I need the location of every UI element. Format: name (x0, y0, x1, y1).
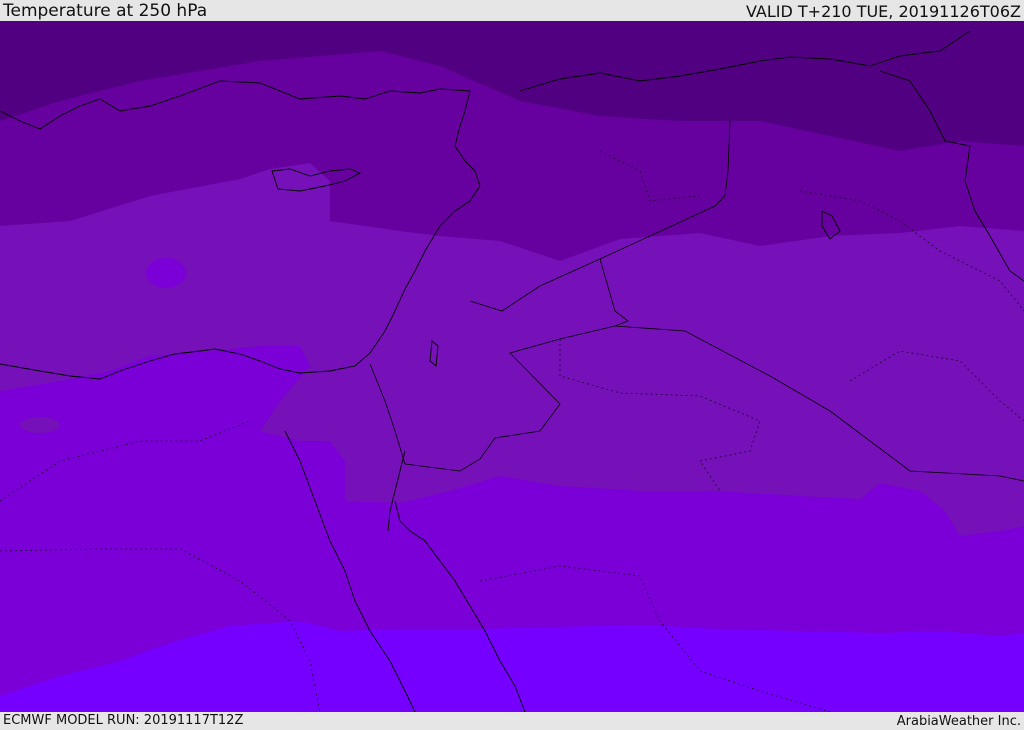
header-bar: Temperature at 250 hPa VALID T+210 TUE, … (0, 0, 1024, 21)
provider-credit: ArabiaWeather Inc. (896, 714, 1021, 729)
valid-time: VALID T+210 TUE, 20191126T06Z (745, 2, 1021, 21)
footer-bar: ECMWF MODEL RUN: 20191117T12Z ArabiaWeat… (0, 712, 1024, 729)
warm-patch (20, 417, 60, 433)
model-run: ECMWF MODEL RUN: 20191117T12Z (3, 713, 244, 728)
map-title: Temperature at 250 hPa (3, 1, 208, 21)
temperature-map[interactable] (0, 21, 1024, 712)
warm-patch (146, 258, 186, 288)
